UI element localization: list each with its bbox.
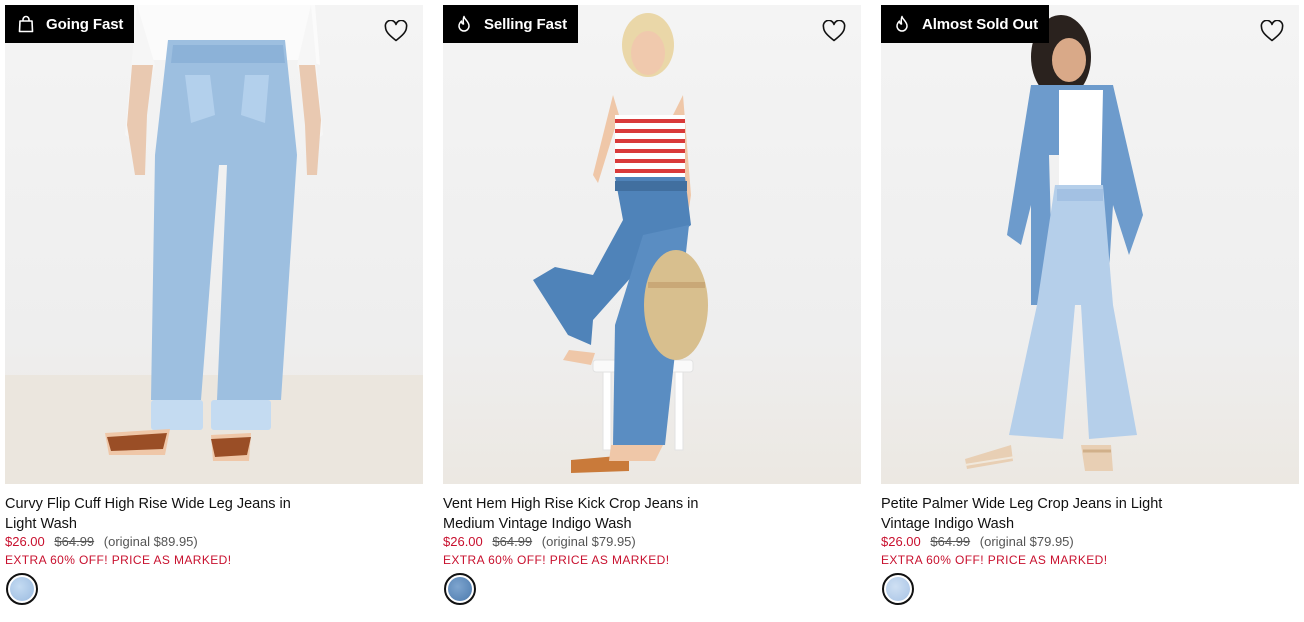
original-price: (original $89.95) [103, 534, 198, 549]
product-photo-curvy-flip-cuff [5, 5, 423, 484]
badge-label: Selling Fast [484, 15, 567, 33]
product-name-line: Medium Vintage Indigo Wash [443, 516, 632, 532]
product-name-link[interactable]: Vent Hem High Rise Kick Crop Jeans in Me… [443, 494, 763, 534]
status-badge: Going Fast [5, 5, 135, 43]
was-price: $64.99 [54, 534, 95, 549]
was-price: $64.99 [492, 534, 533, 549]
status-badge: Almost Sold Out [881, 5, 1049, 43]
sale-price: $26.00 [443, 534, 483, 549]
promo-text: EXTRA 60% OFF! PRICE AS MARKED! [881, 553, 1108, 567]
promo-text: EXTRA 60% OFF! PRICE AS MARKED! [443, 553, 670, 567]
promo-text: EXTRA 60% OFF! PRICE AS MARKED! [5, 553, 232, 567]
product-card: Going Fast Curvy Flip Cuff High Rise Wid… [5, 5, 423, 617]
original-price: (original $79.95) [979, 534, 1074, 549]
flame-icon [455, 15, 473, 33]
original-price: (original $79.95) [541, 534, 636, 549]
product-image[interactable]: Almost Sold Out [881, 5, 1299, 484]
product-image[interactable]: Selling Fast [443, 5, 861, 484]
flame-icon [893, 15, 911, 33]
was-price: $64.99 [930, 534, 971, 549]
product-grid: Going Fast Curvy Flip Cuff High Rise Wid… [0, 0, 1304, 622]
product-name-link[interactable]: Curvy Flip Cuff High Rise Wide Leg Jeans… [5, 494, 325, 534]
status-badge: Selling Fast [443, 5, 578, 43]
sale-price: $26.00 [881, 534, 921, 549]
product-name-line: Light Wash [5, 516, 77, 532]
swatch-color-dot [886, 577, 910, 601]
product-card: Almost Sold Out Petite Palmer Wide Leg C… [881, 5, 1299, 617]
sale-price: $26.00 [5, 534, 45, 549]
color-swatch[interactable] [444, 573, 476, 605]
product-name-line: Vintage Indigo Wash [881, 516, 1015, 532]
wishlist-heart-icon[interactable] [821, 19, 847, 43]
wishlist-heart-icon[interactable] [1259, 19, 1285, 43]
swatch-color-dot [10, 577, 34, 601]
price-row: $26.00 $64.99 (original $79.95) [443, 534, 636, 550]
wishlist-heart-icon[interactable] [383, 19, 409, 43]
product-photo-petite-palmer [964, 15, 1143, 471]
badge-label: Almost Sold Out [922, 15, 1038, 33]
color-swatch[interactable] [882, 573, 914, 605]
product-photo-vent-hem [533, 13, 708, 473]
product-card: Selling Fast Vent Hem High Rise Kick Cro… [443, 5, 861, 617]
product-name-line: Curvy Flip Cuff High Rise Wide Leg Jeans… [5, 496, 291, 512]
color-swatch[interactable] [6, 573, 38, 605]
price-row: $26.00 $64.99 (original $89.95) [5, 534, 198, 550]
product-image[interactable]: Going Fast [5, 5, 423, 484]
shopping-bag-icon [17, 15, 35, 33]
product-name-line: Vent Hem High Rise Kick Crop Jeans in [443, 496, 699, 512]
product-name-link[interactable]: Petite Palmer Wide Leg Crop Jeans in Lig… [881, 494, 1201, 534]
price-row: $26.00 $64.99 (original $79.95) [881, 534, 1074, 550]
product-name-line: Petite Palmer Wide Leg Crop Jeans in Lig… [881, 496, 1163, 512]
swatch-color-dot [448, 577, 472, 601]
badge-label: Going Fast [46, 15, 124, 33]
